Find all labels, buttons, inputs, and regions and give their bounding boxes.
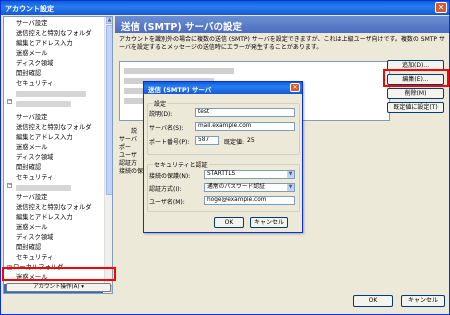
auth-method-select[interactable]: 通常のパスワード認証 ▼	[204, 183, 295, 192]
account-settings-window: アカウント設定 ✕ サーバ設定 送信控えと特別なフォルダ 編集とアドレス入力 迷惑メー…	[0, 0, 450, 315]
account-tree[interactable]: サーバ設定 送信控えと特別なフォルダ 編集とアドレス入力 迷惑メール ディスク領域 開封確…	[3, 16, 113, 294]
chevron-down-icon: ▾	[81, 284, 85, 290]
sidebar-item[interactable]: ディスク領域	[16, 233, 53, 243]
sidebar-item[interactable]: サーバ設定	[16, 113, 47, 123]
description-label: 説明(D):	[149, 111, 173, 118]
set-default-button[interactable]: 既定値に設定(T)	[387, 102, 444, 113]
window-title: アカウント設定	[5, 5, 54, 13]
sidebar-item[interactable]: 開封確認	[16, 163, 41, 173]
username-label: ユーザ名(M):	[149, 199, 185, 206]
cancel-button[interactable]: キャンセル	[401, 295, 445, 307]
default-port-value: 25	[247, 137, 255, 144]
sidebar-item[interactable]: 編集とアドレス入力	[16, 213, 73, 223]
collapse-icon[interactable]: −	[7, 183, 12, 188]
dialog-titlebar: 送信 (SMTP) サーバ ✕	[144, 82, 302, 94]
blurred-account-name	[16, 185, 71, 191]
chevron-down-icon: ▼	[287, 171, 294, 178]
sidebar-item[interactable]: セキュリティ	[16, 79, 53, 89]
username-field[interactable]: hoge@example.com	[204, 196, 295, 205]
close-icon[interactable]: ✕	[435, 2, 447, 13]
security-group-caption: セキュリティと認証	[153, 160, 209, 169]
blurred-account-name	[16, 91, 86, 97]
blurred-account-name	[16, 101, 71, 107]
sidebar-item[interactable]: セキュリティ	[16, 253, 53, 263]
auth-method-label: 認証方式(I):	[149, 186, 182, 193]
sidebar-item[interactable]: 開封確認	[16, 243, 41, 253]
dialog-ok-button[interactable]: OK	[214, 217, 244, 228]
sidebar-item[interactable]: セキュリティ	[16, 173, 53, 183]
sidebar-item[interactable]: 送信控えと特別なフォルダ	[16, 203, 92, 213]
connection-security-label: 接続の保護(N):	[149, 173, 191, 180]
settings-group-caption: 設定	[153, 99, 168, 108]
port-label: ポート番号(P):	[149, 139, 190, 146]
ok-button[interactable]: OK	[353, 295, 393, 307]
scrollbar-thumb[interactable]	[106, 25, 112, 195]
account-actions-label: アカウント操作(A)	[32, 284, 80, 290]
sidebar-item[interactable]: 編集とアドレス入力	[16, 133, 73, 143]
connection-security-value: STARTTLS	[207, 171, 236, 177]
auth-method-value: 通常のパスワード認証	[207, 184, 265, 190]
sidebar-item[interactable]: 送信控えと特別なフォルダ	[16, 123, 92, 133]
blurred-server-row	[124, 68, 234, 74]
dialog-title: 送信 (SMTP) サーバ	[148, 86, 212, 94]
panel-description: アカウントを識別外の場合に複数の送信 (SMTP) サーバを設定できますが、これ…	[119, 36, 445, 51]
account-actions-button[interactable]: アカウント操作(A) ▾	[6, 283, 111, 292]
port-field[interactable]: 587	[195, 136, 219, 145]
sidebar-item[interactable]: 編集とアドレス入力	[16, 39, 73, 49]
sidebar-scrollbar[interactable]: ▲ ▼	[104, 17, 112, 293]
sidebar-item[interactable]: サーバ設定	[16, 19, 47, 29]
server-name-field[interactable]: mail.example.com	[195, 122, 295, 131]
highlight-box-sidebar	[2, 267, 116, 281]
description-field[interactable]: test	[195, 108, 295, 117]
scroll-up-arrow-icon[interactable]: ▲	[106, 17, 112, 24]
server-name-label: サーバ名(S):	[149, 125, 184, 132]
sidebar-item[interactable]: サーバ設定	[16, 193, 47, 203]
sidebar-item[interactable]: 迷惑メール	[16, 49, 47, 59]
delete-button[interactable]: 削除(M)	[387, 88, 444, 99]
sidebar-item[interactable]: 迷惑メール	[16, 143, 47, 153]
sidebar-item[interactable]: 送信控えと特別なフォルダ	[16, 29, 92, 39]
sidebar-item[interactable]: 迷惑メール	[16, 223, 47, 233]
dialog-close-icon[interactable]: ✕	[290, 83, 300, 92]
smtp-server-dialog: 送信 (SMTP) サーバ ✕ 設定 説明(D): test サーバ名(S): …	[143, 81, 303, 233]
page-title: 送信 (SMTP) サーバの設定	[115, 16, 449, 33]
collapse-icon[interactable]: −	[7, 99, 12, 104]
default-port-label: 既定値:	[224, 139, 245, 146]
highlight-box-edit	[383, 69, 449, 87]
sidebar-item[interactable]: ディスク領域	[16, 153, 53, 163]
sidebar-item[interactable]: ディスク領域	[16, 59, 53, 69]
chevron-down-icon: ▼	[287, 184, 294, 191]
detail-label: 接続の保	[119, 168, 144, 175]
connection-security-select[interactable]: STARTTLS ▼	[204, 170, 295, 179]
dialog-cancel-button[interactable]: キャンセル	[250, 217, 288, 228]
sidebar-item[interactable]: 開封確認	[16, 69, 41, 79]
window-titlebar: アカウント設定 ✕	[1, 1, 449, 15]
